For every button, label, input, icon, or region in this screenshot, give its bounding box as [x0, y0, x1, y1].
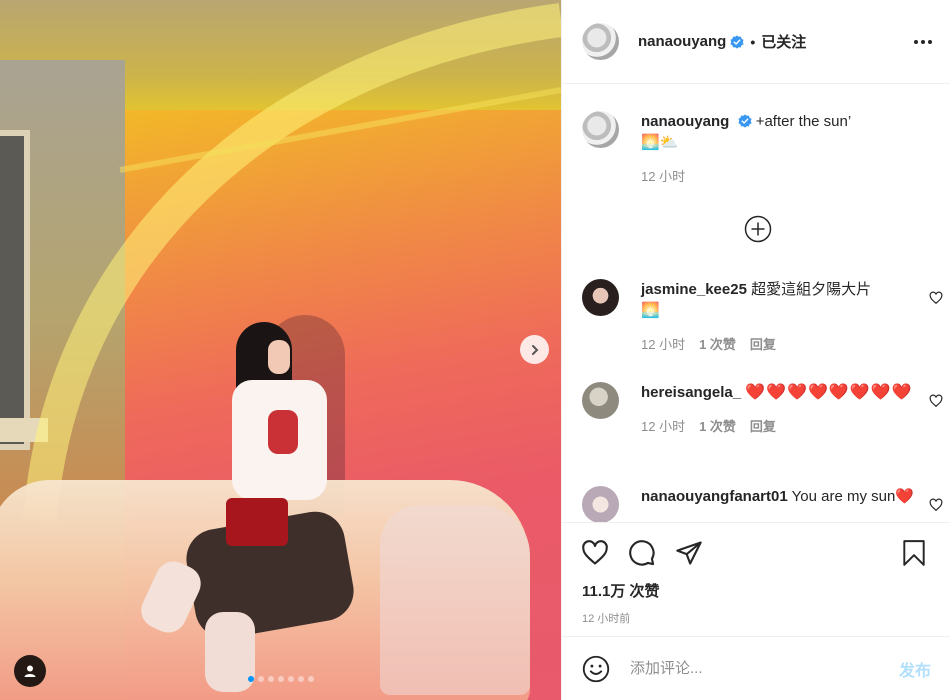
comment-likes[interactable]: 1 次赞: [699, 334, 736, 353]
post-actions: 11.1万 次赞 12 小时前: [562, 522, 950, 636]
photo-sofa-arm: [380, 505, 530, 695]
post-header: nanaouyang • 已关注: [562, 0, 950, 84]
comment-time[interactable]: 12 小时: [641, 416, 685, 435]
comments-list[interactable]: nanaouyang +after the sun’ 🌅⛅ 12 小时 jasm…: [562, 84, 950, 522]
author-info: nanaouyang • 已关注: [638, 31, 806, 52]
heart-icon[interactable]: [929, 498, 943, 512]
comment-item: nanaouyangfanart01 You are my sun❤️: [582, 486, 943, 522]
caption-time[interactable]: 12 小时: [641, 166, 685, 185]
save-bookmark-icon[interactable]: [901, 539, 927, 567]
comment-text: ❤️❤️❤️❤️❤️❤️❤️❤️: [745, 384, 913, 401]
comment-text: You are my sun❤️: [791, 488, 914, 505]
carousel-dot: [247, 676, 254, 682]
dot-icon: [914, 39, 918, 44]
post-side-panel: nanaouyang • 已关注 nanaouyang +after the s…: [561, 0, 950, 700]
post-caption: nanaouyang +after the sun’ 🌅⛅ 12 小时: [582, 111, 922, 185]
dot-icon: [928, 39, 932, 44]
add-comment-bar: 发布: [562, 636, 950, 700]
carousel-next-button[interactable]: [520, 335, 549, 364]
comment-text: 超愛這組夕陽大片: [751, 281, 872, 298]
comment-emoji: 🌅: [641, 302, 660, 319]
post-photo[interactable]: [0, 0, 561, 700]
tagged-users-button[interactable]: [14, 655, 46, 687]
post-timestamp[interactable]: 12 小时前: [582, 610, 630, 626]
share-icon[interactable]: [675, 539, 703, 567]
dot-icon: [921, 39, 925, 44]
carousel-dot: [267, 676, 274, 682]
comment-time[interactable]: 12 小时: [641, 334, 685, 353]
photo-window-sill: [0, 418, 48, 442]
header-separator: •: [750, 33, 756, 50]
commenter-avatar[interactable]: [582, 486, 619, 522]
photo-person-face: [268, 340, 290, 374]
chevron-right-icon: [531, 344, 538, 355]
comment-input[interactable]: [630, 660, 899, 677]
comment-icon[interactable]: [628, 539, 656, 567]
comment-username[interactable]: nanaouyangfanart01: [641, 488, 788, 505]
photo-person-shirt-print: [268, 410, 298, 454]
verified-badge-icon: [737, 114, 752, 128]
comment-item: hereisangela_ ❤️❤️❤️❤️❤️❤️❤️❤️ 12 小时 1 次…: [582, 382, 943, 435]
caption-text: +after the sun’: [755, 113, 852, 130]
verified-badge-icon: [730, 34, 744, 49]
reply-button[interactable]: 回复: [750, 416, 776, 435]
carousel-dot: [287, 676, 294, 682]
post-comment-button[interactable]: 发布: [899, 657, 931, 681]
likes-count[interactable]: 11.1万 次赞: [582, 580, 660, 601]
comment-username[interactable]: jasmine_kee25: [641, 281, 747, 298]
author-avatar[interactable]: [582, 23, 619, 60]
carousel-indicator: [0, 676, 561, 682]
photo-person-bag: [226, 498, 288, 546]
carousel-dot: [297, 676, 304, 682]
user-icon: [24, 665, 36, 677]
more-options-button[interactable]: [914, 39, 932, 44]
photo-window: [0, 130, 30, 450]
comment-likes[interactable]: 1 次赞: [699, 416, 736, 435]
carousel-dot: [307, 676, 314, 682]
author-avatar[interactable]: [582, 111, 619, 148]
like-heart-icon[interactable]: [581, 539, 609, 567]
commenter-avatar[interactable]: [582, 279, 619, 316]
following-button[interactable]: 已关注: [761, 31, 806, 52]
carousel-dot: [257, 676, 264, 682]
emoji-icon[interactable]: [582, 655, 610, 683]
author-username[interactable]: nanaouyang: [638, 33, 726, 50]
caption-username[interactable]: nanaouyang: [641, 113, 729, 130]
heart-icon[interactable]: [929, 291, 943, 305]
caption-emoji: 🌅⛅: [641, 134, 679, 151]
comment-item: jasmine_kee25 超愛這組夕陽大片 🌅 12 小时 1 次赞 回复: [582, 279, 943, 353]
heart-icon[interactable]: [929, 394, 943, 408]
carousel-dot: [277, 676, 284, 682]
reply-button[interactable]: 回复: [750, 334, 776, 353]
load-more-comments-icon[interactable]: [744, 215, 772, 243]
commenter-avatar[interactable]: [582, 382, 619, 419]
comment-username[interactable]: hereisangela_: [641, 384, 741, 401]
